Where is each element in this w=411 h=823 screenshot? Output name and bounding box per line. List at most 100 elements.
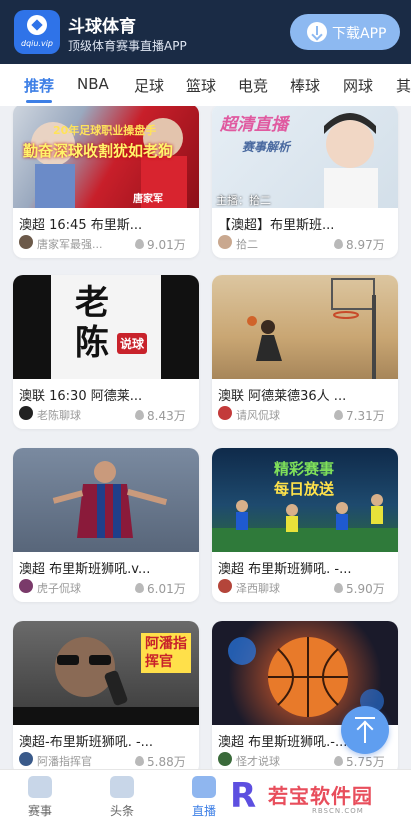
author-name: 唐家军最强... [37, 238, 103, 251]
author-name: 阿潘指挥官 [37, 755, 92, 768]
video-title: 【澳超】布里斯班... [218, 218, 335, 233]
watermark-logo-icon: R [230, 776, 257, 816]
tab-label: 头条 [109, 804, 134, 818]
video-title: 澳联 阿德莱德36人 ... [218, 389, 347, 404]
video-title: 澳超 16:45 布里斯... [19, 218, 143, 233]
thumbnail-caption: 说球 [117, 333, 148, 354]
live-tab-icon [192, 776, 216, 798]
tab-active-indicator [26, 100, 52, 103]
view-count: 5.90万 [334, 580, 385, 597]
fire-icon [135, 239, 144, 249]
tab-tennis[interactable]: 网球 [343, 75, 373, 96]
tab-nba[interactable]: NBA [77, 75, 109, 93]
thumbnail-caption: 老陈 [75, 283, 109, 363]
avatar [19, 406, 33, 420]
view-count-value: 5.75万 [346, 755, 385, 769]
avatar [19, 752, 33, 766]
tab-esports[interactable]: 电竞 [238, 75, 268, 96]
video-card[interactable]: 老陈 说球 澳联 16:30 阿德莱... 老陈聊球 8.43万 [13, 275, 199, 429]
app-name: 斗球体育 [68, 17, 136, 37]
view-count-value: 8.43万 [147, 409, 186, 423]
video-thumbnail: 超清直播 赛事解析 主播：拾二 [212, 106, 398, 208]
logo-icon: dqiu.vip [14, 10, 60, 54]
avatar [218, 235, 232, 249]
video-title: 澳超 布里斯班狮吼.v... [19, 562, 151, 577]
thumbnail-caption: 唐家军 [133, 194, 163, 205]
fire-icon [334, 239, 343, 249]
tab-recommend[interactable]: 推荐 [24, 75, 54, 96]
author-name: 虎子侃球 [37, 582, 81, 595]
view-count-value: 5.90万 [346, 582, 385, 596]
video-thumbnail: 阿潘指 挥官 [13, 621, 199, 725]
scroll-top-button[interactable] [341, 706, 389, 754]
thumbnail-caption: 精彩赛事 [274, 460, 335, 478]
watermark: R 若宝软件园 RBSCN.COM [226, 774, 406, 820]
view-count-value: 7.31万 [346, 409, 385, 423]
soccer-ball-icon [27, 15, 47, 35]
download-app-button[interactable]: 下载APP [290, 14, 400, 50]
thumbnail-caption: 勤奋深球收割犹如老狗 [23, 142, 174, 160]
thumbnail-caption: 20年足球职业操盘手 [53, 124, 157, 137]
video-feed[interactable]: 20年足球职业操盘手 勤奋深球收割犹如老狗 唐家军 澳超 16:45 布里斯..… [0, 106, 411, 769]
avatar [218, 406, 232, 420]
video-thumbnail: 精彩赛事 每日放送 [212, 448, 398, 552]
video-card[interactable]: 20年足球职业操盘手 勤奋深球收割犹如老狗 唐家军 澳超 16:45 布里斯..… [13, 106, 199, 258]
tab-other[interactable]: 其 [396, 75, 411, 96]
thumbnail-caption: 超清直播 [220, 115, 288, 135]
fire-icon [334, 756, 343, 766]
video-thumbnail: 老陈 说球 [13, 275, 199, 379]
author-name: 怪才说球 [236, 755, 280, 768]
scroll-top-icon [356, 720, 374, 738]
view-count-value: 6.01万 [147, 582, 186, 596]
view-count: 7.31万 [334, 407, 385, 424]
video-card[interactable]: 澳超 布里斯班狮吼.v... 虎子侃球 6.01万 [13, 448, 199, 602]
video-card[interactable]: 精彩赛事 每日放送 澳超 布里斯班狮吼. -... 泽西聊球 5.90万 [212, 448, 398, 602]
fire-icon [135, 410, 144, 420]
thumbnail-caption: 每日放送 [274, 480, 335, 498]
video-title: 澳联 16:30 阿德莱... [19, 389, 143, 404]
avatar [218, 579, 232, 593]
video-thumbnail: 20年足球职业操盘手 勤奋深球收割犹如老狗 唐家军 [13, 106, 199, 208]
fire-icon [135, 583, 144, 593]
video-title: 澳超-布里斯班狮吼. -... [19, 735, 154, 750]
category-tabs: 推荐 NBA 足球 篮球 电竞 棒球 网球 其 [0, 64, 411, 106]
video-card[interactable]: 阿潘指 挥官 澳超-布里斯班狮吼. -... 阿潘指挥官 5.88万 [13, 621, 199, 769]
news-tab-icon [110, 776, 134, 798]
app-header: dqiu.vip 斗球体育 顶级体育赛事直播APP 下载APP [0, 0, 411, 64]
thumbnail-caption: 阿潘指 挥官 [141, 633, 191, 673]
video-card[interactable]: 超清直播 赛事解析 主播：拾二 【澳超】布里斯班... 拾二 8.97万 [212, 106, 398, 258]
author-name: 拾二 [236, 238, 258, 251]
tab-basketball[interactable]: 篮球 [186, 75, 216, 96]
video-thumbnail [212, 275, 398, 379]
view-count: 9.01万 [135, 236, 186, 253]
avatar [19, 579, 33, 593]
author-name: 老陈聊球 [37, 409, 81, 422]
tab-label: 赛事 [27, 804, 52, 818]
video-thumbnail [13, 448, 199, 552]
video-card[interactable]: 澳联 阿德莱德36人 ... 请风侃球 7.31万 [212, 275, 398, 429]
tab-events[interactable]: 赛事 [0, 770, 80, 823]
video-title: 澳超 布里斯班狮吼. -... [218, 562, 352, 577]
watermark-subtext: RBSCN.COM [312, 807, 364, 815]
view-count: 8.43万 [135, 407, 186, 424]
tab-news[interactable]: 头条 [82, 770, 162, 823]
view-count-value: 5.88万 [147, 755, 186, 769]
view-count: 8.97万 [334, 236, 385, 253]
app-slogan: 顶级体育赛事直播APP [68, 39, 187, 53]
logo-url: dqiu.vip [20, 39, 54, 48]
view-count: 6.01万 [135, 580, 186, 597]
view-count-value: 9.01万 [147, 238, 186, 252]
avatar [218, 752, 232, 766]
thumbnail-caption: 主播：拾二 [216, 194, 271, 207]
tab-football[interactable]: 足球 [134, 75, 164, 96]
thumbnail-caption: 赛事解析 [242, 140, 291, 154]
thumbnail-caption-line: 阿潘指 [145, 636, 187, 652]
thumbnail-caption-line: 挥官 [145, 654, 173, 670]
fire-icon [135, 756, 144, 766]
author-name: 泽西聊球 [236, 582, 280, 595]
download-label: 下载APP [332, 26, 387, 42]
tab-baseball[interactable]: 棒球 [290, 75, 320, 96]
author-name: 请风侃球 [236, 409, 280, 422]
events-tab-icon [28, 776, 52, 798]
avatar [19, 235, 33, 249]
